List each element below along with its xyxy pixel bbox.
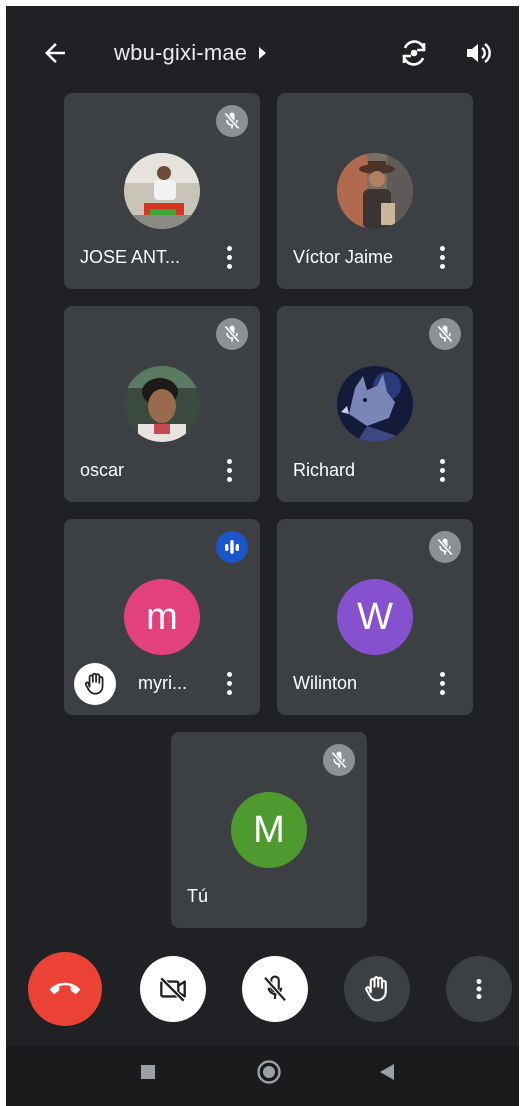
avatar-initial: m xyxy=(146,595,178,638)
mic-muted-badge xyxy=(429,318,461,350)
call-controls xyxy=(6,952,519,1036)
mic-muted-badge xyxy=(216,105,248,137)
mic-off-icon xyxy=(437,538,453,556)
mic-muted-badge xyxy=(323,744,355,776)
top-bar: wbu-gixi-mae xyxy=(6,6,519,96)
end-call-button[interactable] xyxy=(28,952,102,1026)
participant-tile[interactable]: Richard xyxy=(277,306,473,502)
mic-off-icon xyxy=(224,325,240,343)
more-options-button[interactable] xyxy=(446,956,512,1022)
participant-more-button[interactable] xyxy=(220,243,238,271)
avatar-initial: W xyxy=(357,595,393,638)
speaker-button[interactable] xyxy=(462,37,494,69)
avatar-photo xyxy=(337,153,413,229)
arrow-left-icon xyxy=(45,43,65,63)
avatar-photo xyxy=(124,153,200,229)
recents-button[interactable] xyxy=(140,1064,156,1085)
avatar-letter: M xyxy=(231,792,307,868)
speaking-indicator xyxy=(216,531,248,563)
participant-more-button[interactable] xyxy=(433,456,451,484)
meeting-code-button[interactable]: wbu-gixi-mae xyxy=(114,40,267,66)
participant-photo-icon xyxy=(337,153,413,229)
participant-tile[interactable]: JOSE ANT... xyxy=(64,93,260,289)
wolf-photo-icon xyxy=(337,366,413,442)
mic-toggle-button[interactable] xyxy=(242,956,308,1022)
avatar-photo xyxy=(124,366,200,442)
volume-icon xyxy=(467,43,491,63)
avatar-letter: W xyxy=(337,579,413,655)
participant-name: Tú xyxy=(187,886,209,906)
home-button[interactable] xyxy=(256,1059,282,1090)
hand-raised-badge xyxy=(74,663,116,705)
square-icon xyxy=(141,1065,155,1079)
hand-icon xyxy=(365,976,387,1002)
avatar-photo xyxy=(337,366,413,442)
triangle-back-icon xyxy=(380,1064,394,1080)
circle-home-icon xyxy=(257,1060,281,1084)
back-button[interactable] xyxy=(40,38,70,68)
phone-hangup-icon xyxy=(50,982,80,994)
participant-more-button[interactable] xyxy=(433,669,451,697)
participant-name: Víctor Jaime xyxy=(293,247,394,267)
mic-off-icon xyxy=(331,751,347,769)
participant-name: myri... xyxy=(138,673,187,693)
switch-camera-icon xyxy=(402,40,426,66)
participant-name: Richard xyxy=(293,460,356,480)
participant-photo-icon xyxy=(124,153,200,229)
participant-tile[interactable]: Víctor Jaime xyxy=(277,93,473,289)
self-tile[interactable]: M Tú xyxy=(171,732,367,928)
hand-icon xyxy=(84,672,104,695)
mic-muted-badge xyxy=(429,531,461,563)
more-vertical-icon xyxy=(476,979,482,999)
mic-off-icon xyxy=(224,112,240,130)
participant-photo-icon xyxy=(124,366,200,442)
raise-hand-button[interactable] xyxy=(344,956,410,1022)
video-off-icon xyxy=(159,976,186,1003)
back-nav-button[interactable] xyxy=(378,1063,396,1086)
avatar-letter: m xyxy=(124,579,200,655)
meet-call-screen: wbu-gixi-mae JOSE ANT... Víctor Jaime os… xyxy=(6,6,519,1106)
mic-off-icon xyxy=(437,325,453,343)
participant-more-button[interactable] xyxy=(220,456,238,484)
caret-right-icon xyxy=(259,47,267,59)
participant-name: Wilinton xyxy=(293,673,358,693)
mic-off-icon xyxy=(263,975,287,1002)
system-navigation-bar xyxy=(6,1046,519,1106)
participant-more-button[interactable] xyxy=(433,243,451,271)
participant-tile[interactable]: m myri... xyxy=(64,519,260,715)
meeting-code: wbu-gixi-mae xyxy=(114,40,248,65)
audio-level-icon xyxy=(225,540,239,554)
mic-muted-badge xyxy=(216,318,248,350)
camera-toggle-button[interactable] xyxy=(140,956,206,1022)
participant-more-button[interactable] xyxy=(220,669,238,697)
participant-name: JOSE ANT... xyxy=(80,247,181,267)
avatar-initial: M xyxy=(253,808,285,851)
participant-tile[interactable]: oscar xyxy=(64,306,260,502)
participant-tile[interactable]: W Wilinton xyxy=(277,519,473,715)
participant-name: oscar xyxy=(80,460,125,480)
switch-camera-button[interactable] xyxy=(398,37,430,69)
